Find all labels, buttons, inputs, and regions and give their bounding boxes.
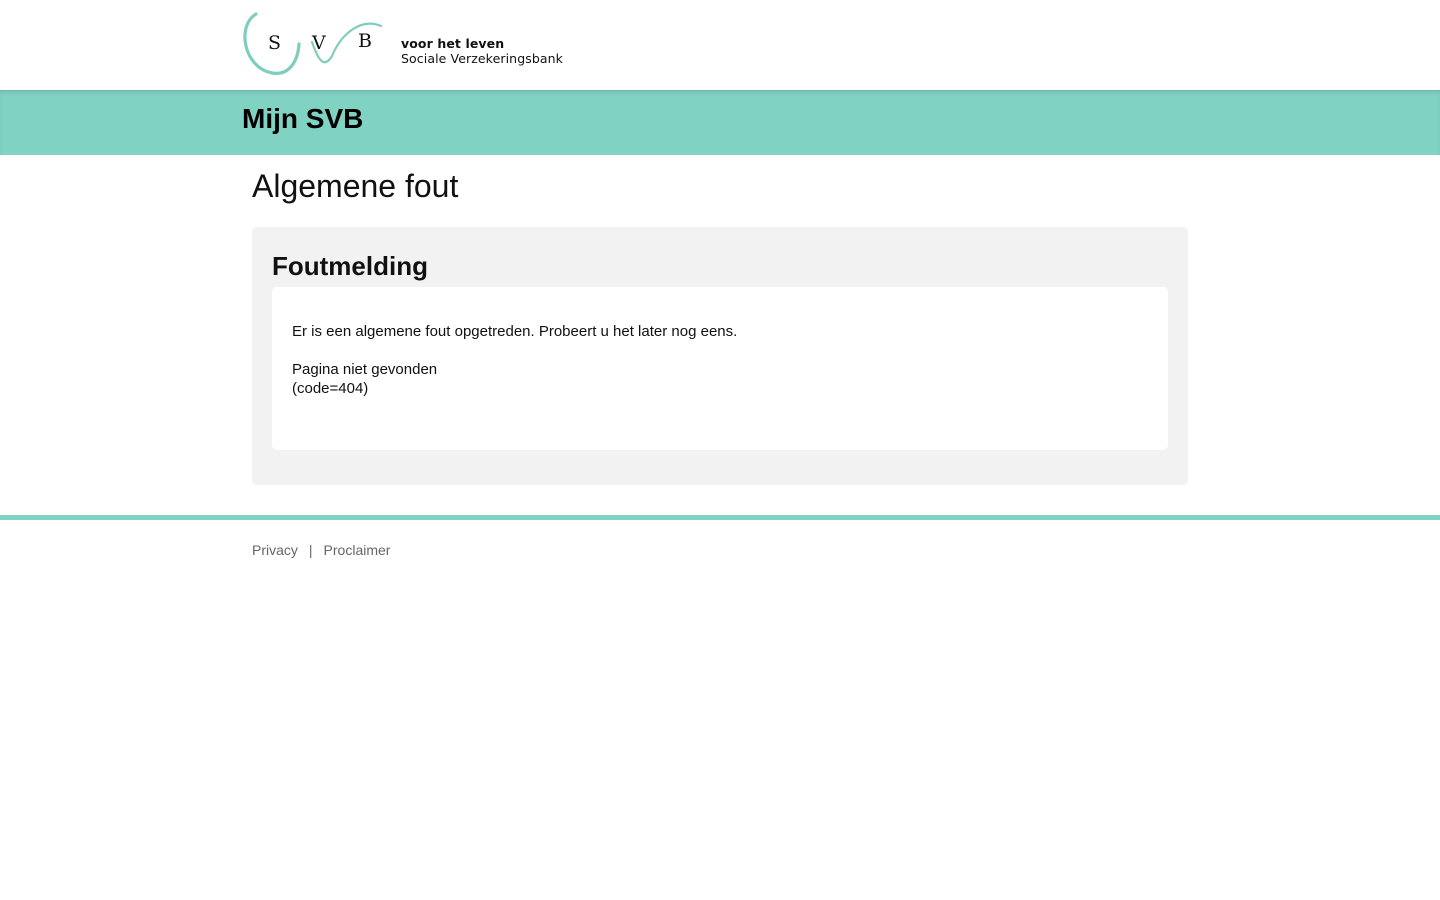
footer-link-privacy[interactable]: Privacy (252, 542, 298, 558)
logo-letter-v: V (311, 32, 326, 54)
error-panel: Foutmelding Er is een algemene fout opge… (252, 227, 1188, 485)
error-message-box: Er is een algemene fout opgetreden. Prob… (272, 287, 1168, 450)
site-footer: Privacy | Proclaimer (252, 520, 1188, 559)
footer-link-proclaimer[interactable]: Proclaimer (324, 542, 391, 558)
app-bar: Mijn SVB (0, 90, 1440, 155)
panel-title: Foutmelding (272, 251, 428, 281)
logo-letter-s: S (268, 32, 281, 54)
error-message: Er is een algemene fout opgetreden. Prob… (292, 323, 738, 340)
logo-letter-b: B (358, 30, 372, 52)
error-code: (code=404) (292, 380, 369, 397)
page-title: Algemene fout (252, 168, 459, 204)
svb-logo[interactable]: S V B voor het leven Sociale Verzekering… (242, 10, 563, 76)
main-content: Algemene fout Foutmelding Er is een alge… (252, 155, 1188, 485)
site-header: S V B voor het leven Sociale Verzekering… (0, 0, 1440, 90)
footer-separator: | (308, 542, 313, 558)
logo-tagline: voor het leven (401, 36, 505, 51)
app-title: Mijn SVB (242, 103, 364, 134)
logo-wordmark: voor het leven Sociale Verzekeringsbank (401, 36, 563, 66)
logo-org-name: Sociale Verzekeringsbank (401, 51, 564, 66)
svb-logo-mark-icon: S V B (243, 12, 383, 75)
error-detail: Pagina niet gevonden (292, 361, 438, 378)
